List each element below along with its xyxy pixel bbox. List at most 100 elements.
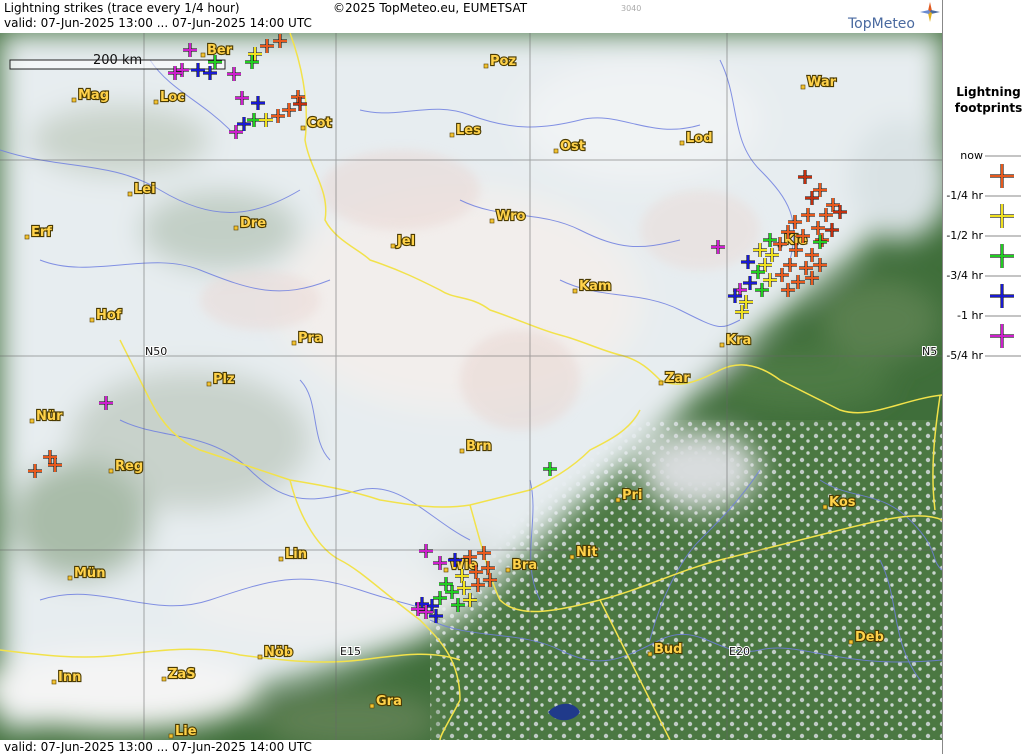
city-marker bbox=[572, 288, 578, 294]
map-header: Lightning strikes (trace every 1/4 hour)… bbox=[0, 0, 942, 33]
city-marker bbox=[505, 567, 511, 573]
city-label: Lie bbox=[175, 724, 197, 739]
city-marker bbox=[390, 243, 396, 249]
city-label: Jel bbox=[396, 234, 415, 249]
city-label: Pri bbox=[622, 488, 642, 503]
city-label: Loc bbox=[160, 90, 185, 105]
city-label: Mün bbox=[74, 566, 105, 581]
legend-cross-icon bbox=[990, 204, 1014, 228]
image-code: 3040 bbox=[621, 4, 642, 13]
city-label: Wro bbox=[496, 209, 526, 224]
legend-swatches bbox=[985, 155, 1021, 357]
city-label: Mag bbox=[78, 88, 109, 103]
city-label: Hof bbox=[96, 308, 122, 323]
legend-panel: Lightning footprints now -1/4 hr -1/2 hr… bbox=[942, 0, 1033, 754]
compass-logo-icon bbox=[920, 2, 940, 22]
city-label: Zar bbox=[665, 371, 690, 386]
city-bud: Bud bbox=[647, 641, 684, 658]
map-title: Lightning strikes (trace every 1/4 hour) bbox=[4, 1, 240, 15]
city-label: Lei bbox=[134, 182, 156, 197]
city-marker bbox=[161, 676, 167, 682]
city-label: Bud bbox=[654, 642, 682, 657]
city-nöb: Nöb bbox=[257, 644, 294, 661]
city-zas: ZaS bbox=[161, 666, 197, 683]
grid-label-n50: N50 bbox=[145, 345, 167, 358]
city-marker bbox=[569, 554, 575, 560]
city-mag: Mag bbox=[71, 87, 110, 104]
topmeteo-logo[interactable]: TopMeteo bbox=[848, 16, 915, 32]
footer-valid-time: valid: 07-Jun-2025 13:00 ... 07-Jun-2025… bbox=[4, 740, 312, 754]
city-marker bbox=[206, 381, 212, 387]
city-marker bbox=[200, 52, 206, 58]
city-marker bbox=[489, 218, 495, 224]
city-marker bbox=[848, 639, 854, 645]
satellite-map[interactable]: N50 N5 E15 E20 200 km Ber Poz War Mag Loc Cot… bbox=[0, 33, 942, 740]
city-label: Lin bbox=[285, 547, 307, 562]
city-label: Brn bbox=[466, 439, 492, 454]
city-kam: Kam bbox=[572, 278, 613, 295]
city-label: Lod bbox=[686, 131, 713, 146]
city-marker bbox=[553, 148, 559, 154]
grid-label-n50-right: N5 bbox=[922, 345, 937, 358]
city-label: Nür bbox=[36, 409, 63, 424]
city-marker bbox=[459, 448, 465, 454]
city-label: Ber bbox=[207, 43, 233, 58]
city-marker bbox=[24, 234, 30, 240]
city-marker bbox=[89, 317, 95, 323]
city-marker bbox=[257, 654, 263, 660]
city-marker bbox=[647, 651, 653, 657]
city-label: Poz bbox=[490, 54, 516, 69]
city-label: Nit bbox=[576, 545, 598, 560]
city-label: Erf bbox=[31, 225, 52, 240]
city-marker bbox=[67, 575, 73, 581]
city-marker bbox=[71, 97, 77, 103]
city-deb: Deb bbox=[848, 629, 885, 646]
city-marker bbox=[822, 504, 828, 510]
city-reg: Reg bbox=[108, 458, 144, 475]
city-label: Les bbox=[456, 123, 481, 138]
legend-cross-icon bbox=[990, 244, 1014, 268]
city-label: Plz bbox=[213, 372, 235, 387]
city-marker bbox=[719, 342, 725, 348]
city-marker bbox=[29, 418, 35, 424]
city-marker bbox=[153, 99, 159, 105]
city-marker bbox=[278, 556, 284, 562]
grid-label-e15: E15 bbox=[340, 645, 361, 658]
city-marker bbox=[679, 140, 685, 146]
city-label: Deb bbox=[855, 630, 884, 645]
city-marker bbox=[300, 125, 306, 131]
copyright: ©2025 TopMeteo.eu, EUMETSAT bbox=[333, 1, 528, 15]
grid-label-e20: E20 bbox=[729, 645, 750, 658]
city-label: Dre bbox=[240, 216, 266, 231]
valid-time: valid: 07-Jun-2025 13:00 ... 07-Jun-2025… bbox=[4, 16, 312, 30]
city-label: Pra bbox=[298, 331, 323, 346]
city-war: War bbox=[800, 74, 838, 91]
scale-label: 200 km bbox=[93, 53, 142, 68]
city-label: Kam bbox=[579, 279, 611, 294]
city-label: Bra bbox=[512, 558, 537, 573]
city-label: Gra bbox=[376, 694, 402, 709]
legend-cross-icon bbox=[990, 284, 1014, 308]
city-label: Inn bbox=[58, 670, 81, 685]
city-marker bbox=[658, 380, 664, 386]
city-marker bbox=[233, 225, 239, 231]
city-label: Kos bbox=[829, 495, 856, 510]
city-marker bbox=[369, 703, 375, 709]
legend-cross-icon bbox=[990, 164, 1014, 188]
city-label: Ost bbox=[560, 139, 585, 154]
city-marker bbox=[483, 63, 489, 69]
city-marker bbox=[168, 733, 174, 739]
city-marker bbox=[291, 340, 297, 346]
map-footer: valid: 07-Jun-2025 13:00 ... 07-Jun-2025… bbox=[0, 740, 942, 754]
city-marker bbox=[800, 84, 806, 90]
legend-cross-icon bbox=[990, 324, 1014, 348]
city-marker bbox=[443, 567, 449, 573]
city-label: Nöb bbox=[264, 645, 293, 660]
city-label: War bbox=[807, 75, 837, 90]
city-mün: Mün bbox=[67, 565, 107, 582]
city-marker bbox=[51, 679, 57, 685]
city-marker bbox=[615, 497, 621, 503]
city-marker bbox=[449, 132, 455, 138]
city-label: Cot bbox=[307, 116, 332, 131]
city-label: Reg bbox=[115, 459, 143, 474]
